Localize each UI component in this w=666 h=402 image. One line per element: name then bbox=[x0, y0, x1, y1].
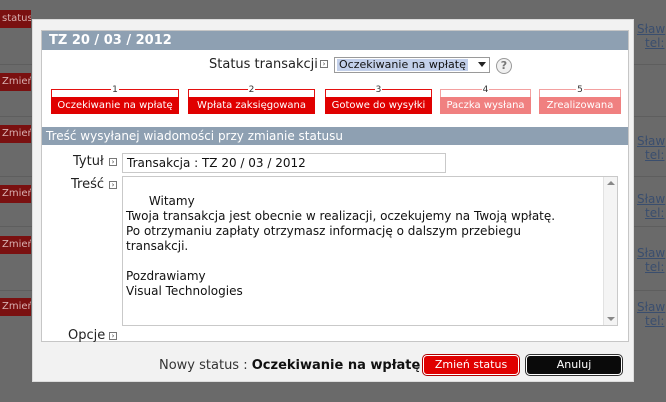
chevron-down-icon[interactable] bbox=[478, 62, 486, 67]
title-label: Tytuł bbox=[73, 154, 104, 169]
content-label: Treść bbox=[71, 177, 105, 192]
dialog-title: TZ 20 / 03 / 2012 bbox=[42, 31, 628, 50]
step-button-awaiting-payment[interactable]: Oczekiwanie na wpłatę bbox=[51, 97, 179, 114]
bg-status-tag: status bbox=[0, 10, 31, 28]
scroll-up-icon[interactable] bbox=[607, 181, 615, 185]
message-section-header: Treść wysyłanej wiadomości przy zmianie … bbox=[42, 127, 628, 145]
bg-change-status-tag: Zmień sta bbox=[0, 185, 31, 203]
bg-link: tel: bbox=[645, 314, 665, 328]
arrow-right-icon[interactable]: › bbox=[109, 332, 117, 340]
status-change-dialog: TZ 20 / 03 / 2012 Status transakcji › Oc… bbox=[32, 19, 634, 382]
bg-change-status-tag: Zmień sta bbox=[0, 298, 31, 316]
bg-link: tel: bbox=[645, 148, 665, 162]
status-steps: 1 Oczekiwanie na wpłatę 2 Wpłata zaksięg… bbox=[42, 85, 628, 117]
status-select-value: Oczekiwanie na wpłatę bbox=[337, 58, 468, 71]
bg-link: tel: bbox=[645, 206, 665, 220]
status-label: Status transakcji bbox=[209, 57, 318, 72]
bg-link: Sław bbox=[637, 192, 666, 206]
scroll-down-icon[interactable] bbox=[607, 317, 615, 321]
step-number: 2 bbox=[247, 85, 256, 95]
step-number: 1 bbox=[111, 85, 119, 95]
change-status-button[interactable]: Zmień status bbox=[423, 355, 519, 375]
bg-link: Sław bbox=[637, 300, 666, 314]
step-5[interactable]: 5 Zrealizowana bbox=[539, 85, 621, 117]
message-content-textarea[interactable]: Witamy Twoja transakcja jest obecnie w r… bbox=[122, 176, 618, 326]
step-button-ready-to-ship[interactable]: Gotowe do wysyłki bbox=[325, 97, 432, 114]
step-button-package-sent[interactable]: Paczka wysłana bbox=[440, 97, 531, 114]
message-content-text: Witamy Twoja transakcja jest obecnie w r… bbox=[126, 194, 556, 298]
options-label: Opcje bbox=[68, 328, 106, 343]
message-title-input[interactable]: Transakcja : TZ 20 / 03 / 2012 bbox=[122, 153, 446, 173]
bg-link: Sław bbox=[637, 246, 666, 260]
step-2[interactable]: 2 Wpłata zaksięgowana bbox=[188, 85, 315, 117]
status-select[interactable]: Oczekiwanie na wpłatę bbox=[334, 57, 490, 73]
new-status-label: Nowy status : bbox=[159, 358, 248, 373]
step-number: 4 bbox=[481, 85, 490, 95]
step-4[interactable]: 4 Paczka wysłana bbox=[440, 85, 531, 117]
arrow-right-icon: › bbox=[320, 60, 328, 68]
bg-link: Sław bbox=[637, 22, 666, 36]
arrow-right-icon: › bbox=[109, 181, 117, 189]
step-3[interactable]: 3 Gotowe do wysyłki bbox=[325, 85, 432, 117]
step-button-completed[interactable]: Zrealizowana bbox=[539, 97, 621, 114]
bg-link: tel: bbox=[645, 36, 665, 50]
help-icon[interactable]: ? bbox=[496, 58, 512, 74]
textarea-scrollbar[interactable] bbox=[603, 177, 617, 325]
step-number: 3 bbox=[374, 85, 383, 95]
step-number: 5 bbox=[576, 85, 584, 95]
cancel-button[interactable]: Anuluj bbox=[526, 355, 622, 375]
bg-link: Sław bbox=[637, 134, 666, 148]
bg-change-status-tag: Zmień sta bbox=[0, 125, 31, 143]
status-row: Status transakcji › Oczekiwanie na wpłat… bbox=[42, 55, 628, 75]
bg-change-status-tag: Zmień sta bbox=[0, 236, 31, 254]
arrow-right-icon: › bbox=[109, 158, 117, 166]
new-status-value: Oczekiwanie na wpłatę bbox=[251, 358, 421, 373]
step-1[interactable]: 1 Oczekiwanie na wpłatę bbox=[51, 85, 179, 117]
dialog-content-panel: TZ 20 / 03 / 2012 Status transakcji › Oc… bbox=[41, 30, 629, 343]
bg-link: tel: bbox=[645, 260, 665, 274]
bg-change-status-tag: Zmień sta bbox=[0, 73, 31, 91]
new-status-display: Nowy status : Oczekiwanie na wpłatę bbox=[159, 358, 420, 373]
step-button-payment-booked[interactable]: Wpłata zaksięgowana bbox=[188, 97, 315, 114]
